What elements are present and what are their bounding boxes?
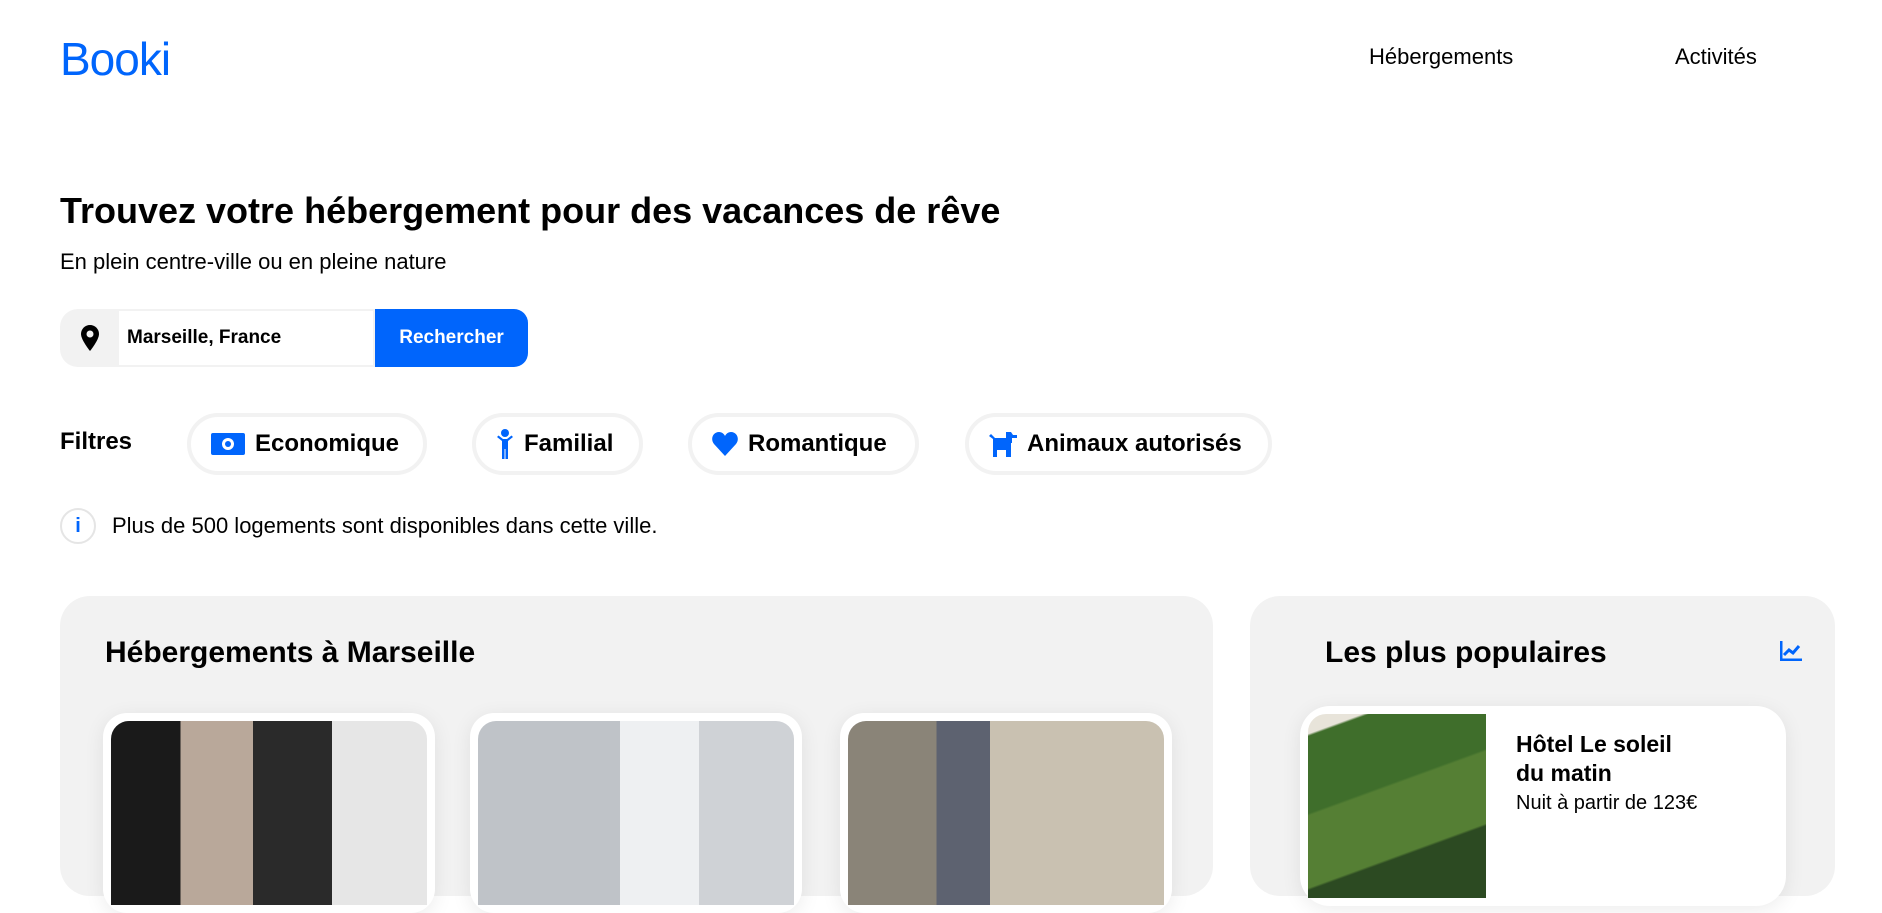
info-message: i Plus de 500 logements sont disponibles… <box>60 508 657 544</box>
location-pin-icon <box>60 309 119 367</box>
chart-line-icon <box>1780 641 1802 661</box>
nav-activites[interactable]: Activités <box>1675 44 1757 70</box>
hotel-image <box>1308 714 1486 898</box>
filter-economique[interactable]: Economique <box>187 413 427 475</box>
dog-icon <box>989 432 1017 457</box>
listing-image <box>848 721 1164 905</box>
heart-icon <box>712 432 738 456</box>
filter-label: Romantique <box>748 430 887 457</box>
listing-card[interactable] <box>840 713 1172 913</box>
popular-card[interactable]: Hôtel Le soleil du matin Nuit à partir d… <box>1300 706 1786 906</box>
listing-image <box>111 721 427 905</box>
popular-title: Les plus populaires <box>1325 636 1607 669</box>
page-title: Trouvez votre hébergement pour des vacan… <box>60 190 1001 231</box>
hotel-price: Nuit à partir de 123€ <box>1516 792 1698 814</box>
nav-hebergements[interactable]: Hébergements <box>1369 44 1513 70</box>
search-input[interactable] <box>119 309 375 367</box>
filters-label: Filtres <box>60 428 133 455</box>
search-bar: Rechercher <box>60 309 528 367</box>
search-button[interactable]: Rechercher <box>375 309 528 367</box>
filter-label: Animaux autorisés <box>1027 430 1242 457</box>
filter-familial[interactable]: Familial <box>472 413 643 475</box>
filter-label: Familial <box>524 430 614 457</box>
info-text: Plus de 500 logements sont disponibles d… <box>112 513 658 538</box>
child-icon <box>497 429 513 459</box>
page-subtitle: En plein centre-ville ou en pleine natur… <box>60 249 447 274</box>
filter-label: Economique <box>255 430 400 457</box>
booki-logo[interactable]: Booki <box>60 32 171 86</box>
info-icon: i <box>60 508 96 544</box>
hotel-name: Hôtel Le soleil du matin <box>1516 731 1672 786</box>
filter-romantique[interactable]: Romantique <box>688 413 919 475</box>
listing-image <box>478 721 794 905</box>
filter-animaux[interactable]: Animaux autorisés <box>965 413 1272 475</box>
listing-card[interactable] <box>470 713 802 913</box>
money-bill-icon <box>211 433 245 455</box>
listings-title: Hébergements à Marseille <box>105 636 476 669</box>
listing-card[interactable] <box>103 713 435 913</box>
